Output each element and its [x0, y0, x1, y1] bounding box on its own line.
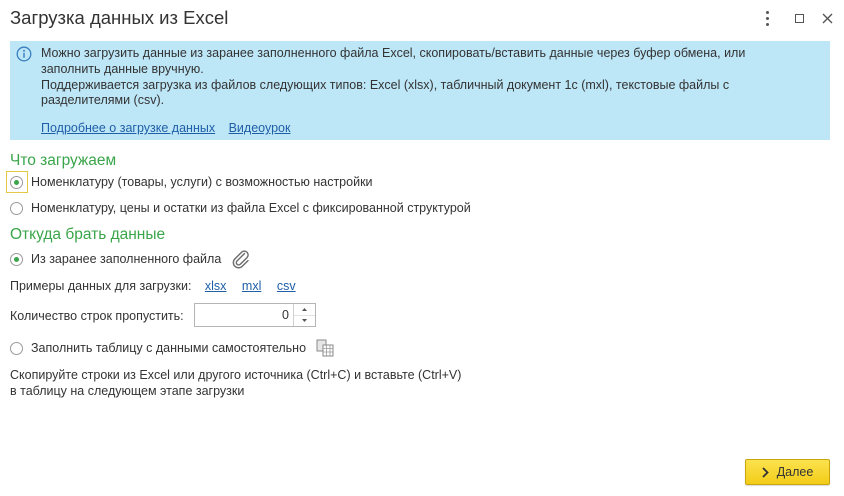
radio-button[interactable] — [10, 201, 23, 215]
source-section-title: Откуда брать данные — [10, 226, 166, 243]
hint-line: Скопируйте строки из Excel или другого и… — [10, 368, 462, 382]
examples-label: Примеры данных для загрузки: — [10, 279, 192, 293]
hint-line: в таблицу на следующем этапе загрузки — [10, 383, 245, 398]
radio-nomenclature-configurable[interactable]: Номенклатуру (товары, услуги) с возможно… — [10, 175, 373, 189]
next-button-label: Далее — [776, 465, 814, 479]
maximize-icon[interactable] — [790, 9, 808, 27]
radio-button[interactable] — [10, 341, 23, 355]
radio-label: Заполнить таблицу с данными самостоятель… — [31, 341, 307, 355]
copy-paste-hint: Скопируйте строки из Excel или другого и… — [10, 368, 461, 399]
skip-rows-label: Количество строк пропустить: — [10, 309, 184, 323]
radio-manual-fill[interactable]: Заполнить таблицу с данными самостоятель… — [10, 338, 335, 358]
example-xlsx-link[interactable]: xlsx — [205, 279, 227, 293]
info-links: Подробнее о загрузке данных Видеоурок — [41, 121, 300, 135]
info-line: Поддерживается загрузка из файлов следую… — [41, 77, 730, 92]
video-lesson-link[interactable]: Видеоурок — [229, 121, 291, 135]
radio-nomenclature-fixed[interactable]: Номенклатуру, цены и остатки из файла Ex… — [10, 201, 471, 215]
info-panel: Можно загрузить данные из заранее заполн… — [10, 41, 830, 140]
info-line: разделителями (csv). — [41, 93, 165, 108]
info-icon — [16, 46, 32, 62]
skip-rows-value[interactable]: 0 — [282, 308, 289, 322]
examples-row: Примеры данных для загрузки: xlsx mxl cs… — [10, 279, 298, 293]
paste-table-icon[interactable] — [315, 338, 335, 358]
more-about-loading-link[interactable]: Подробнее о загрузке данных — [41, 121, 215, 135]
close-icon[interactable] — [818, 9, 836, 27]
next-button[interactable]: Далее — [745, 459, 830, 485]
radio-from-file[interactable]: Из заранее заполненного файла — [10, 248, 252, 270]
window-title: Загрузка данных из Excel — [10, 7, 229, 28]
chevron-right-icon — [762, 466, 769, 478]
radio-label: Номенклатуру (товары, услуги) с возможно… — [31, 175, 373, 189]
example-mxl-link[interactable]: mxl — [242, 279, 261, 293]
radio-button[interactable] — [10, 252, 23, 266]
radio-label: Номенклатуру, цены и остатки из файла Ex… — [31, 201, 471, 215]
info-line: Можно загрузить данные из заранее заполн… — [41, 46, 746, 60]
paperclip-icon[interactable] — [230, 248, 252, 270]
info-text: Можно загрузить данные из заранее заполн… — [41, 46, 821, 109]
info-line: заполнить данные вручную. — [41, 61, 204, 76]
kebab-menu-icon[interactable] — [758, 9, 776, 27]
radio-button[interactable] — [10, 175, 23, 189]
example-csv-link[interactable]: csv — [277, 279, 296, 293]
spin-buttons — [293, 304, 315, 326]
skip-rows-stepper[interactable]: 0 — [194, 303, 316, 327]
spin-down-icon[interactable] — [294, 315, 315, 326]
what-section-title: Что загружаем — [10, 152, 117, 169]
title-bar: Загрузка данных из Excel — [0, 0, 844, 36]
radio-label: Из заранее заполненного файла — [31, 252, 222, 266]
